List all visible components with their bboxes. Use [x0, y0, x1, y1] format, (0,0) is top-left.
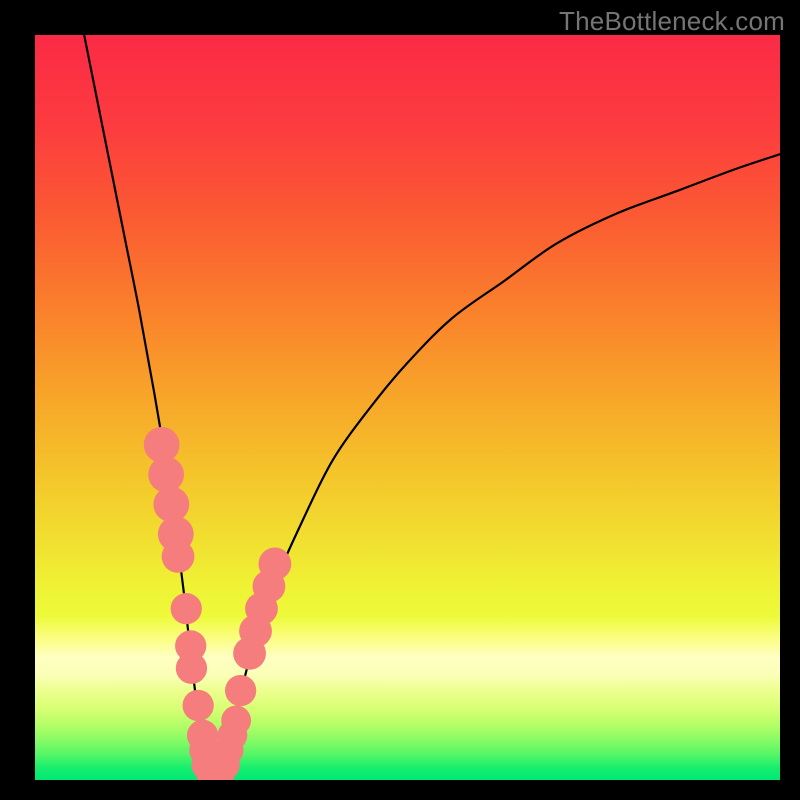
marker-point	[171, 593, 202, 624]
chart-frame: TheBottleneck.com	[0, 0, 800, 800]
watermark-text: TheBottleneck.com	[559, 6, 785, 37]
marker-point	[148, 457, 184, 493]
marker-point	[225, 675, 256, 706]
marker-point	[176, 653, 207, 684]
plot-area	[35, 35, 780, 780]
marker-point	[183, 690, 214, 721]
marker-point	[162, 540, 195, 573]
plot-svg	[35, 35, 780, 780]
marker-point	[221, 706, 251, 736]
gradient-background	[35, 35, 780, 780]
marker-point	[259, 548, 292, 581]
